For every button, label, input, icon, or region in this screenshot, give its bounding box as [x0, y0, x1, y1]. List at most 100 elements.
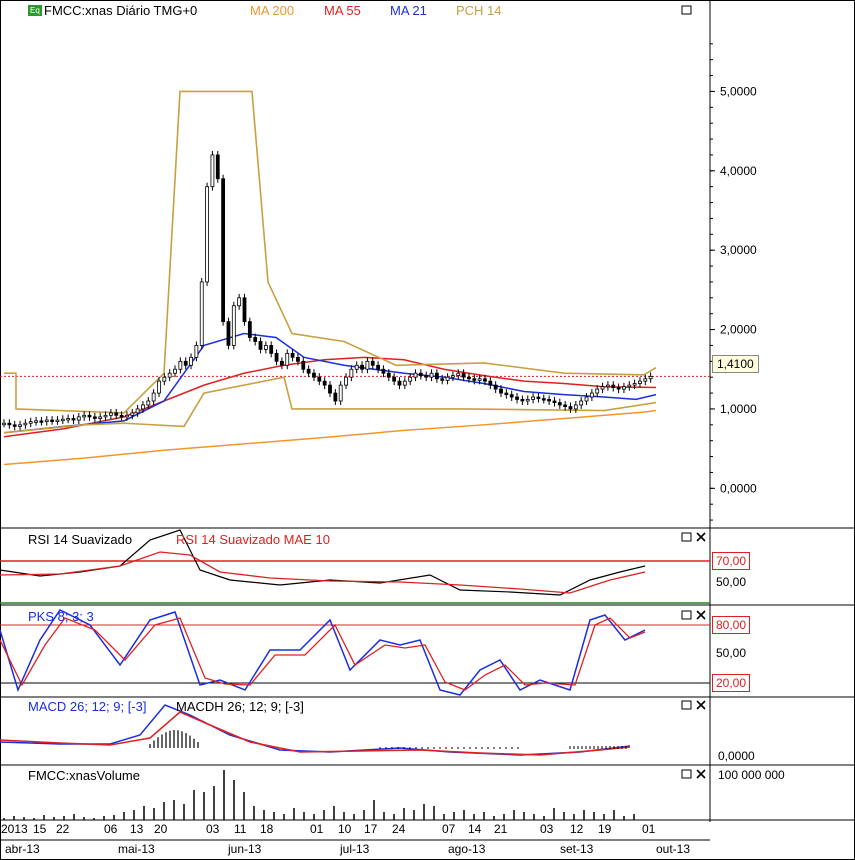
candle	[643, 378, 648, 382]
y-tick-label: 3,0000	[720, 243, 757, 257]
candle	[98, 416, 103, 419]
y-tick-label: 1,0000	[720, 402, 757, 416]
candle	[7, 422, 12, 426]
candle	[541, 398, 546, 401]
candle	[456, 372, 461, 376]
candle	[386, 372, 391, 378]
candle	[141, 404, 145, 410]
candle	[638, 380, 642, 384]
candle	[579, 400, 584, 406]
candle	[483, 378, 487, 382]
candle	[237, 297, 242, 307]
candle	[114, 412, 119, 416]
candle	[349, 368, 354, 378]
candle	[338, 384, 343, 402]
candle	[269, 345, 274, 354]
maximize-icon	[681, 700, 692, 710]
y-tick-label: 0,0000	[720, 481, 757, 495]
macd-line	[0, 704, 631, 756]
candle	[515, 396, 519, 400]
candle	[370, 360, 375, 366]
candle	[215, 154, 220, 180]
candle	[606, 384, 610, 388]
candle	[280, 360, 284, 366]
candle	[573, 404, 578, 410]
candle	[536, 396, 541, 400]
candle	[499, 388, 503, 394]
candle	[87, 414, 92, 418]
candle	[397, 380, 402, 386]
candle	[344, 376, 348, 386]
candle	[413, 372, 418, 378]
candle	[44, 419, 49, 423]
y-tick-label: 4,0000	[720, 164, 757, 178]
candle	[189, 356, 193, 366]
maximize-icon	[681, 5, 692, 15]
candle	[296, 356, 300, 362]
candle	[76, 416, 81, 421]
candle	[616, 387, 621, 390]
candle	[2, 422, 6, 426]
candle	[477, 378, 482, 381]
pch-upper	[4, 90, 657, 414]
maximize-icon	[681, 610, 692, 620]
candle	[493, 384, 498, 390]
candle	[210, 154, 215, 188]
rsi-line	[0, 529, 646, 596]
candle	[365, 360, 370, 370]
candle	[39, 420, 44, 423]
candle	[66, 418, 71, 421]
candle	[354, 364, 359, 370]
candle	[28, 421, 33, 424]
candle	[92, 416, 97, 419]
candle	[135, 408, 140, 414]
candle	[632, 383, 637, 386]
candle	[285, 352, 290, 366]
pks-d-line	[0, 617, 646, 691]
candle	[360, 364, 364, 370]
candle	[253, 337, 258, 342]
candle	[301, 360, 306, 370]
candle	[461, 372, 466, 378]
candle	[50, 419, 54, 422]
outer-frame	[0, 0, 855, 860]
candle	[82, 414, 87, 418]
candle	[434, 372, 439, 380]
candle	[258, 341, 263, 350]
candle	[504, 392, 509, 396]
candle	[119, 414, 124, 418]
candle	[12, 424, 17, 427]
candle	[328, 384, 332, 394]
candle	[125, 414, 129, 418]
candle	[226, 321, 231, 346]
y-tick-label: 2,0000	[720, 323, 757, 337]
pks-k-line	[0, 609, 646, 696]
candle	[525, 399, 530, 402]
candle	[595, 388, 600, 394]
candle	[402, 380, 407, 386]
candle	[557, 402, 562, 406]
candle	[600, 386, 605, 390]
candle	[199, 281, 204, 346]
candle	[648, 375, 653, 380]
candle	[627, 384, 632, 388]
candle	[108, 412, 113, 416]
candle	[71, 418, 76, 421]
candle	[23, 422, 28, 426]
candle	[509, 394, 514, 398]
candle	[130, 412, 135, 416]
candle	[488, 380, 493, 386]
candle	[568, 406, 573, 410]
candle	[146, 400, 151, 406]
candle	[157, 380, 161, 394]
candle	[290, 352, 295, 358]
candle	[162, 376, 167, 382]
candle	[34, 420, 38, 423]
candle	[392, 376, 397, 382]
macd-signal-line	[0, 711, 631, 756]
rsi-mae-line	[0, 551, 646, 594]
candle	[317, 376, 322, 382]
maximize-icon	[681, 769, 692, 779]
candle	[520, 399, 525, 402]
candle	[445, 376, 450, 381]
